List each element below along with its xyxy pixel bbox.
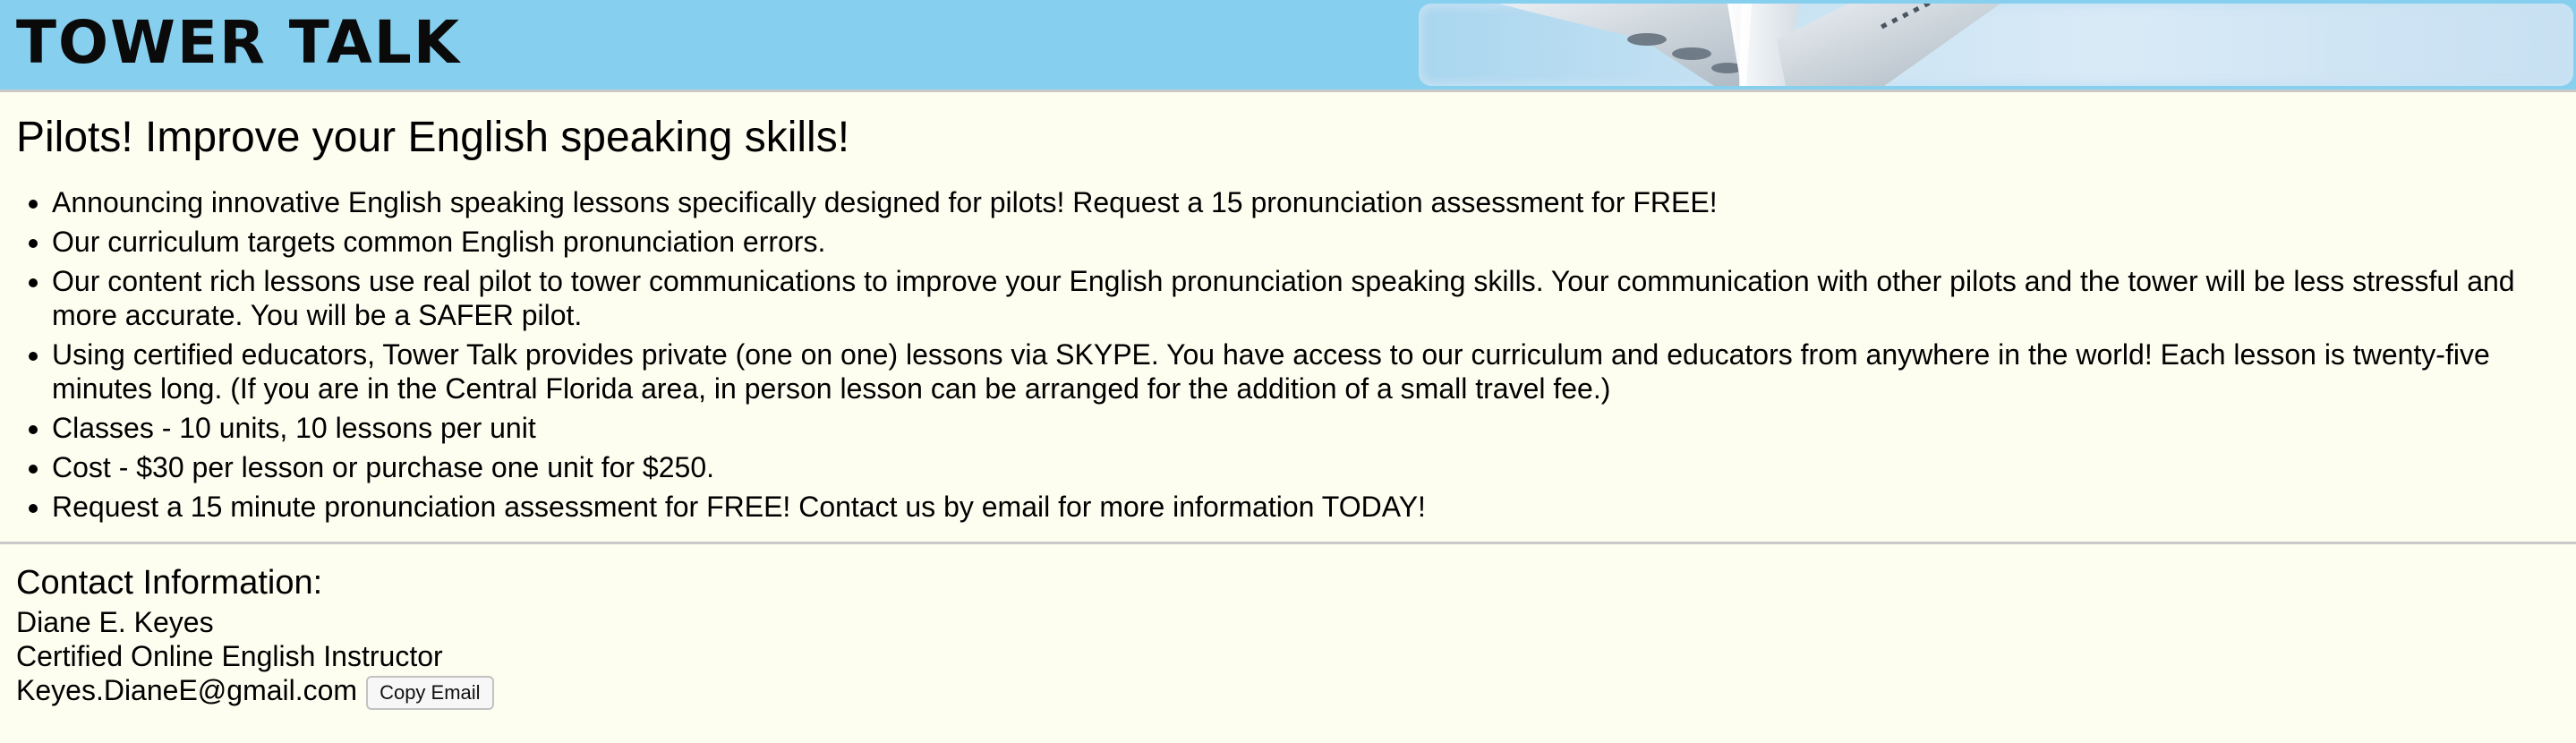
list-item: Classes - 10 units, 10 lessons per unit [52,411,2560,445]
section-divider [0,542,2576,544]
feature-list: Announcing innovative English speaking l… [16,185,2560,524]
list-item: Cost - $30 per lesson or purchase one un… [52,450,2560,484]
site-logo: TOWER TALK [16,8,461,77]
airplane-illustration [1499,4,2000,86]
contact-role: Certified Online English Instructor [16,640,443,672]
list-item: Request a 15 minute pronunciation assess… [52,490,2560,524]
contact-heading: Contact Information: [16,564,323,602]
list-item: Announcing innovative English speaking l… [52,185,2560,219]
contact-section: Contact Information: Diane E. Keyes Cert… [0,560,2576,710]
list-item: Our content rich lessons use real pilot … [52,264,2560,332]
list-item: Our curriculum targets common English pr… [52,225,2560,259]
header-banner-image [1419,4,2573,86]
main-content: Pilots! Improve your English speaking sk… [0,110,2576,524]
site-header: TOWER TALK [0,0,2576,92]
contact-name: Diane E. Keyes [16,606,214,638]
page-title: Pilots! Improve your English speaking sk… [16,114,850,161]
list-item: Using certified educators, Tower Talk pr… [52,337,2560,406]
copy-email-button[interactable]: Copy Email [366,675,494,710]
contact-email: Keyes.DianeE@gmail.com [16,674,358,706]
contact-email-row: Keyes.DianeE@gmail.com Copy Email [16,673,2560,710]
